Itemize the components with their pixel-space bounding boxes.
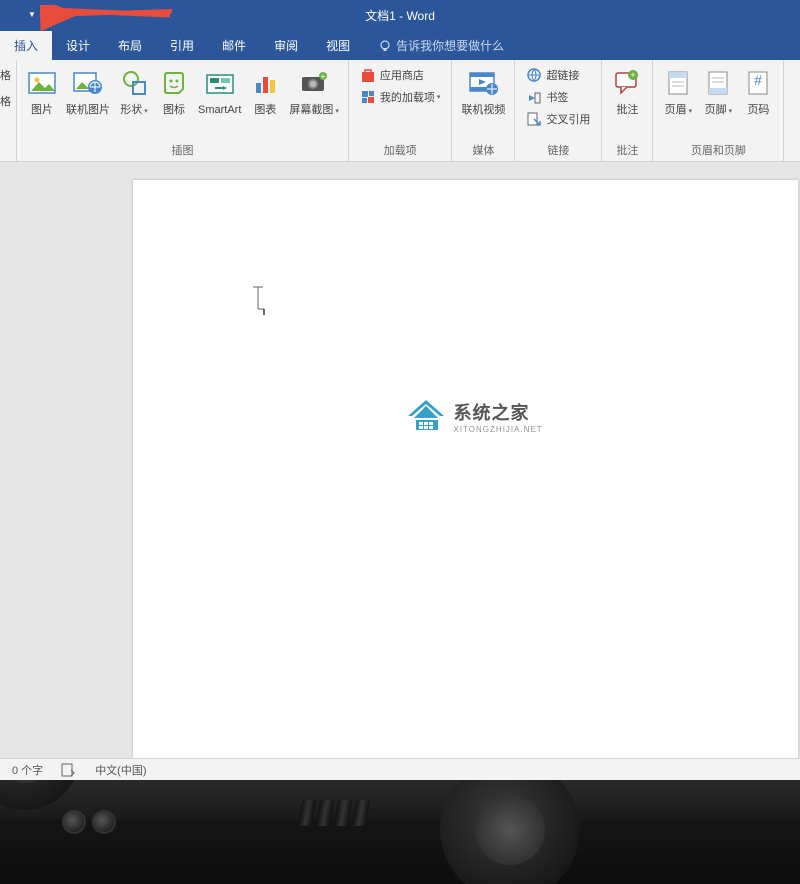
online-video-button[interactable]: 联机视频: [457, 63, 509, 119]
customize-quick-access-icon[interactable]: ▼: [28, 10, 36, 19]
svg-text:+: +: [321, 72, 326, 81]
tab-mailings[interactable]: 邮件: [208, 31, 260, 60]
chevron-down-icon: ▾: [144, 108, 148, 115]
word-count[interactable]: 0 个字: [12, 762, 43, 778]
group-label-headerfooter: 页眉和页脚: [658, 140, 778, 161]
footer-button[interactable]: 页脚▾: [698, 63, 738, 119]
tab-view[interactable]: 视图: [312, 31, 364, 60]
taskbar-background-image: [0, 780, 800, 884]
chevron-down-icon: ▾: [729, 108, 733, 115]
icons-button[interactable]: 图标: [154, 63, 194, 119]
picture-icon: [27, 69, 57, 97]
chevron-down-icon: ▾: [437, 93, 441, 101]
store-icon: [360, 67, 376, 83]
chart-button[interactable]: 图表: [245, 63, 285, 119]
online-pictures-button[interactable]: 联机图片: [62, 63, 114, 119]
online-picture-icon: [73, 69, 103, 97]
comment-button[interactable]: + 批注: [607, 63, 647, 119]
lightbulb-icon: [378, 39, 392, 53]
watermark-title: 系统之家: [454, 399, 543, 425]
group-label-illustrations: 插图: [22, 140, 343, 161]
shapes-icon: [121, 69, 147, 97]
tab-design[interactable]: 设计: [52, 31, 104, 60]
window-title: 文档1 - Word: [365, 7, 435, 24]
language-status[interactable]: 中文(中国): [95, 762, 146, 778]
tab-references[interactable]: 引用: [156, 31, 208, 60]
smartart-icon: [205, 69, 235, 97]
spell-check-icon[interactable]: [61, 763, 77, 777]
title-bar: ▼ 文档1 - Word: [0, 0, 800, 30]
crossref-icon: [526, 111, 542, 127]
hyperlink-button[interactable]: 超链接: [524, 65, 592, 85]
table-partial-label2[interactable]: 格: [0, 93, 11, 109]
ribbon-tabs: 插入 设计 布局 引用 邮件 审阅 视图 告诉我你想要做什么: [0, 30, 800, 60]
page-number-button[interactable]: # 页码: [738, 63, 778, 119]
group-label-links: 链接: [520, 140, 596, 161]
footer-icon: [706, 69, 730, 97]
chart-icon: [252, 69, 278, 97]
addins-icon: [360, 89, 376, 105]
group-label-comments: 批注: [607, 140, 647, 161]
pictures-button[interactable]: 图片: [22, 63, 62, 119]
sticker-icon: [161, 69, 187, 97]
watermark-subtitle: XITONGZHIJIA.NET: [454, 425, 543, 434]
document-page[interactable]: 系统之家 XITONGZHIJIA.NET: [133, 180, 798, 758]
house-icon: [406, 398, 446, 434]
page-number-icon: #: [746, 69, 770, 97]
shapes-button[interactable]: 形状▾: [114, 63, 154, 119]
ribbon: 格 格 图片 联机图片 形状▾ 图标 S: [0, 60, 800, 162]
comment-icon: +: [613, 69, 641, 97]
watermark-logo: 系统之家 XITONGZHIJIA.NET: [406, 398, 543, 434]
group-label-table: [0, 144, 11, 161]
tell-me-search[interactable]: 告诉我你想要做什么: [372, 31, 510, 60]
table-partial-label[interactable]: 格: [0, 67, 11, 83]
header-icon: [666, 69, 690, 97]
svg-text:#: #: [755, 72, 763, 88]
screenshot-icon: +: [299, 69, 329, 97]
header-button[interactable]: 页眉▾: [658, 63, 698, 119]
chevron-down-icon: ▾: [335, 108, 339, 115]
smartart-button[interactable]: SmartArt: [194, 63, 245, 119]
text-cursor: [251, 285, 271, 315]
my-addins-button[interactable]: 我的加载项 ▾: [358, 87, 443, 107]
video-icon: [468, 69, 498, 97]
bookmark-icon: [526, 89, 542, 105]
status-bar: 0 个字 中文(中国): [0, 758, 800, 780]
tab-layout[interactable]: 布局: [104, 31, 156, 60]
screenshot-button[interactable]: + 屏幕截图▾: [285, 63, 343, 119]
tab-insert[interactable]: 插入: [0, 31, 52, 60]
link-icon: [526, 67, 542, 83]
tab-review[interactable]: 审阅: [260, 31, 312, 60]
cross-reference-button[interactable]: 交叉引用: [524, 109, 592, 129]
store-button[interactable]: 应用商店: [358, 65, 443, 85]
group-label-addins: 加载项: [354, 140, 447, 161]
chevron-down-icon: ▾: [689, 108, 693, 115]
document-area[interactable]: 系统之家 XITONGZHIJIA.NET: [0, 162, 800, 758]
svg-text:+: +: [631, 70, 636, 80]
group-label-media: 媒体: [457, 140, 509, 161]
bookmark-button[interactable]: 书签: [524, 87, 592, 107]
